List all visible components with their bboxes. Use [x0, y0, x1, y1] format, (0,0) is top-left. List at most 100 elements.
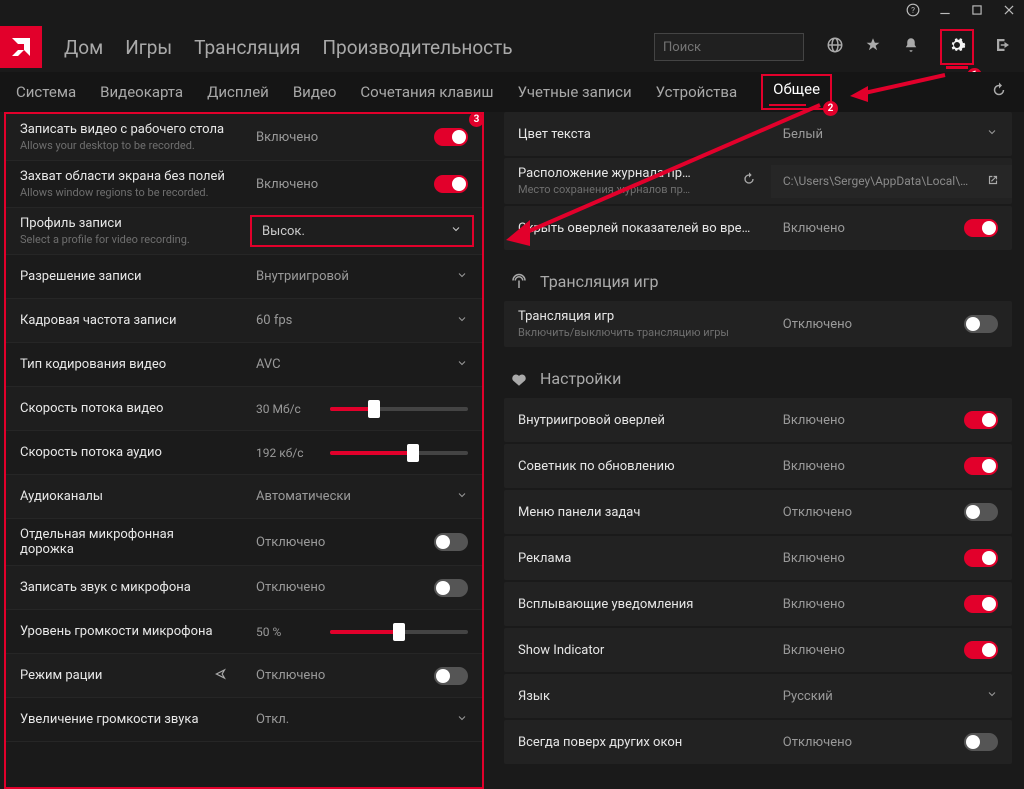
- toggle-value: Отключено: [256, 580, 325, 595]
- setting-label: Кадровая частота записи: [6, 305, 242, 336]
- setting-label: Профиль записиSelect a profile for video…: [6, 208, 242, 254]
- header-icons: 1: [826, 29, 1012, 65]
- setting-control[interactable]: 50 %: [242, 617, 482, 647]
- nav-home[interactable]: Дом: [64, 36, 103, 59]
- close-icon[interactable]: [1002, 2, 1016, 21]
- setting-control[interactable]: C:\Users\Sergey\AppData\Local\…: [771, 165, 1012, 198]
- select-highlighted[interactable]: Высок.: [250, 215, 474, 247]
- amd-logo[interactable]: [0, 26, 42, 68]
- toggle-switch[interactable]: [964, 457, 998, 475]
- tab-video[interactable]: Видео: [293, 83, 337, 101]
- setting-control[interactable]: Включено: [769, 449, 1012, 483]
- toggle-value: Включено: [783, 221, 845, 236]
- setting-control[interactable]: Отключено: [769, 495, 1012, 529]
- nav-games[interactable]: Игры: [125, 36, 172, 59]
- tab-gpu[interactable]: Видеокарта: [100, 83, 183, 101]
- setting-row: Трансляция игрВключить/выключить трансля…: [504, 301, 1012, 347]
- toggle-switch[interactable]: [964, 641, 998, 659]
- refresh-icon[interactable]: [741, 171, 757, 191]
- toggle-switch[interactable]: [964, 219, 998, 237]
- toggle-switch[interactable]: [964, 595, 998, 613]
- reset-icon[interactable]: [990, 81, 1008, 103]
- open-folder-icon[interactable]: [986, 173, 1000, 190]
- setting-control[interactable]: Включено: [769, 541, 1012, 575]
- toggle-switch[interactable]: [434, 175, 468, 193]
- setting-control[interactable]: Включено: [769, 211, 1012, 245]
- setting-control[interactable]: Отключено: [769, 725, 1012, 759]
- setting-control[interactable]: Русский: [769, 680, 1012, 712]
- setting-control[interactable]: Отключено: [242, 659, 482, 693]
- setting-control[interactable]: Включено: [242, 120, 482, 154]
- toggle-value: Отключено: [783, 735, 852, 750]
- toggle-switch[interactable]: [964, 503, 998, 521]
- toggle-switch[interactable]: [964, 411, 998, 429]
- minimize-icon[interactable]: [938, 2, 952, 21]
- setting-row: Скорость потока видео30 Мб/с: [6, 387, 482, 431]
- setting-control[interactable]: Отключено: [242, 525, 482, 559]
- toggle-switch[interactable]: [964, 733, 998, 751]
- annotation-badge-2: 2: [823, 101, 838, 116]
- chevron-down-icon: [450, 223, 462, 239]
- setting-row: Скорость потока аудио 192 кб/с: [6, 431, 482, 475]
- toggle-switch[interactable]: [434, 579, 468, 597]
- globe-icon[interactable]: [826, 36, 844, 58]
- toggle-switch[interactable]: [434, 667, 468, 685]
- nav-performance[interactable]: Производительность: [322, 36, 512, 59]
- star-icon[interactable]: [864, 36, 882, 58]
- tab-system[interactable]: Система: [16, 83, 76, 101]
- chevron-down-icon: [456, 712, 468, 728]
- tab-devices[interactable]: Устройства: [656, 83, 737, 101]
- chevron-down-icon: [456, 489, 468, 505]
- help-icon[interactable]: ?: [906, 2, 920, 21]
- search-input[interactable]: [663, 40, 829, 55]
- nav-streaming[interactable]: Трансляция: [194, 36, 300, 59]
- setting-control[interactable]: 30 Мб/с: [242, 394, 482, 424]
- setting-control[interactable]: Включено: [769, 633, 1012, 667]
- slider-track[interactable]: [330, 630, 468, 634]
- slider-track[interactable]: [330, 451, 468, 455]
- setting-label: Язык: [504, 681, 769, 712]
- maximize-icon[interactable]: [970, 2, 984, 21]
- exit-icon[interactable]: [994, 36, 1012, 58]
- toggle-switch[interactable]: [434, 128, 468, 146]
- setting-control[interactable]: AVC: [242, 349, 482, 381]
- setting-row: Увеличение громкости звукаОткл.: [6, 698, 482, 742]
- setting-label: Отдельная микрофонная дорожка: [6, 519, 242, 565]
- setting-row: Меню панели задачОтключено: [504, 490, 1012, 534]
- tab-general-active[interactable]: Общее 2: [761, 74, 832, 110]
- setting-control[interactable]: Отключено: [769, 307, 1012, 341]
- tab-display[interactable]: Дисплей: [207, 83, 269, 101]
- settings-gear-highlighted[interactable]: 1: [940, 29, 974, 65]
- setting-control[interactable]: Высок.: [242, 211, 482, 251]
- slider-value: 192 кб/с: [256, 446, 312, 460]
- setting-label: Внутриигровой оверлей: [504, 405, 769, 436]
- setting-control[interactable]: Откл.: [242, 704, 482, 736]
- tab-accounts[interactable]: Учетные записи: [518, 83, 632, 101]
- bell-icon[interactable]: [902, 36, 920, 58]
- search-box[interactable]: [654, 33, 804, 61]
- tab-hotkeys[interactable]: Сочетания клавиш: [360, 83, 493, 101]
- setting-label: Скорость потока аудио: [6, 437, 242, 468]
- setting-control[interactable]: Включено: [242, 167, 482, 201]
- slider-track[interactable]: [330, 407, 468, 411]
- slider-value: 50 %: [256, 625, 312, 639]
- setting-control[interactable]: Включено: [769, 587, 1012, 621]
- setting-control[interactable]: Внутриигровой: [242, 261, 482, 293]
- setting-row: Всегда поверх других оконОтключено: [504, 720, 1012, 764]
- setting-control[interactable]: Белый: [769, 118, 1012, 150]
- toggle-switch[interactable]: [434, 533, 468, 551]
- setting-control[interactable]: Включено: [769, 403, 1012, 437]
- toggle-switch[interactable]: [964, 549, 998, 567]
- setting-control[interactable]: Отключено: [242, 571, 482, 605]
- setting-label: Меню панели задач: [504, 497, 769, 528]
- setting-control[interactable]: Автоматически: [242, 481, 482, 513]
- setting-control[interactable]: 60 fps: [242, 305, 482, 337]
- select-value: 60 fps: [256, 313, 292, 328]
- setting-control[interactable]: 192 кб/с: [242, 438, 482, 468]
- setting-label: Всплывающие уведомления: [504, 589, 769, 620]
- setting-row: Show IndicatorВключено: [504, 628, 1012, 672]
- share-icon[interactable]: [214, 667, 228, 685]
- toggle-switch[interactable]: [964, 315, 998, 333]
- setting-row: Отдельная микрофонная дорожкаОтключено: [6, 519, 482, 566]
- slider-value: 30 Мб/с: [256, 402, 312, 416]
